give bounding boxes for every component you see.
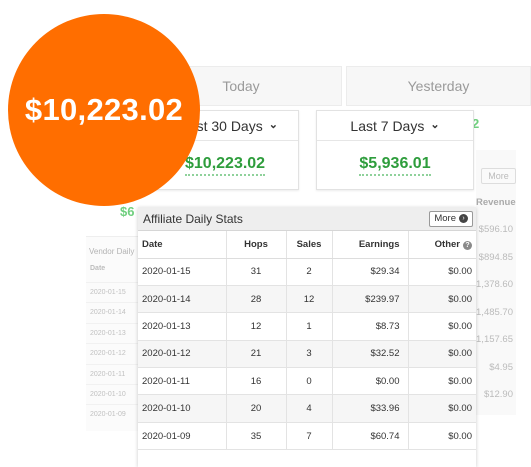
vendor-date-header: Date: [90, 265, 106, 272]
cell-hops: 16: [225, 367, 286, 396]
cell-earnings: $32.52: [331, 340, 408, 369]
vendor-date-cell: 2020-01-10: [86, 383, 140, 404]
revenue-header: Revenue: [476, 197, 516, 208]
cell-date: 2020-01-09: [138, 422, 226, 451]
cell-hops: 28: [225, 285, 286, 314]
column-header-other: Other?: [407, 231, 476, 259]
cell-earnings: $60.74: [331, 422, 408, 451]
cell-hops: 21: [225, 340, 286, 369]
cell-date: 2020-01-13: [138, 312, 226, 341]
column-header-sales: Sales: [285, 231, 332, 259]
right-more-button[interactable]: More: [481, 168, 516, 184]
cell-earnings: $33.96: [331, 394, 408, 423]
table-row: 2020-01-15 31 2 $29.34 $0.00: [138, 258, 476, 286]
cell-earnings: $0.00: [331, 367, 408, 396]
vendor-date-cell: 2020-01-15: [86, 282, 140, 302]
cell-earnings: $29.34: [331, 258, 408, 286]
cell-date: 2020-01-10: [138, 394, 226, 423]
cell-sales: 7: [285, 422, 332, 451]
revenue-cell: $894.85: [478, 251, 513, 263]
table-row: 2020-01-11 16 0 $0.00 $0.00: [138, 367, 476, 396]
badge-amount: $10,223.02: [24, 92, 184, 127]
cell-other: $0.00: [407, 394, 476, 423]
total-earnings-badge: $10,223.02: [8, 14, 200, 206]
column-header-date: Date: [138, 231, 226, 259]
cell-date: 2020-01-15: [138, 258, 226, 286]
cell-sales: 2: [285, 258, 332, 286]
table-row: 2020-01-13 12 1 $8.73 $0.00: [138, 312, 476, 341]
cell-date: 2020-01-11: [138, 367, 226, 396]
cell-other: $0.00: [407, 367, 476, 396]
cell-other: $0.00: [407, 422, 476, 451]
last-7-days-label: Last 7 Days: [350, 117, 425, 134]
last-7-days-value-wrap: $5,936.01: [317, 141, 473, 189]
table-row: 2020-01-12 21 3 $32.52 $0.00: [138, 340, 476, 369]
more-button[interactable]: More ›: [429, 210, 473, 227]
affiliate-stats-table: Date Hops Sales Earnings Other? 2020-01-…: [138, 231, 476, 451]
cell-sales: 1: [285, 312, 332, 341]
cell-hops: 31: [225, 258, 286, 286]
partial-green-value-left: $6: [120, 204, 135, 219]
affiliate-stats-title: Affiliate Daily Stats: [143, 211, 243, 226]
cell-sales: 4: [285, 394, 332, 423]
revenue-cell: 1,157.65: [476, 334, 513, 345]
vendor-date-cell: 2020-01-13: [86, 322, 140, 343]
cell-hops: 12: [225, 312, 286, 341]
revenue-cell: 1,378.60: [476, 279, 513, 290]
cell-hops: 20: [225, 394, 286, 423]
chevron-down-icon: ⌄: [268, 119, 278, 131]
cell-earnings: $8.73: [331, 312, 408, 341]
revenue-cell: 1,485.70: [476, 306, 513, 318]
cell-hops: 35: [225, 422, 286, 451]
cell-sales: 3: [285, 340, 332, 369]
revenue-cell: $4.95: [489, 361, 513, 373]
table-header-row: Date Hops Sales Earnings Other?: [138, 231, 476, 259]
chevron-down-icon: ⌄: [430, 119, 440, 131]
more-button-label: More: [434, 213, 456, 224]
question-circle-icon[interactable]: ?: [463, 240, 472, 250]
last-7-days-value[interactable]: $5,936.01: [359, 155, 431, 176]
vendor-date-cell: 2020-01-09: [86, 404, 140, 424]
cell-sales: 12: [285, 285, 332, 314]
cell-sales: 0: [285, 367, 332, 396]
tab-yesterday[interactable]: Yesterday: [346, 66, 531, 106]
cell-date: 2020-01-14: [138, 285, 226, 314]
vendor-daily-panel: Vendor Daily Date 2020-01-15 2020-01-14 …: [86, 236, 140, 431]
last-7-days-selector[interactable]: Last 7 Days ⌄: [317, 111, 473, 141]
last-30-days-value[interactable]: $10,223.02: [185, 155, 266, 176]
revenue-cell: $596.10: [478, 224, 513, 235]
vendor-date-cell: 2020-01-11: [86, 363, 140, 384]
column-header-earnings: Earnings: [331, 231, 408, 259]
cell-date: 2020-01-12: [138, 340, 226, 369]
cell-other: $0.00: [407, 285, 476, 314]
table-row: 2020-01-10 20 4 $33.96 $0.00: [138, 394, 476, 423]
table-row: 2020-01-09 35 7 $60.74 $0.00: [138, 422, 476, 451]
affiliate-stats-header: Affiliate Daily Stats More ›: [138, 207, 476, 231]
vendor-date-cell: 2020-01-12: [86, 343, 140, 363]
circle-arrow-right-icon: ›: [459, 214, 468, 223]
cell-other: $0.00: [407, 258, 476, 286]
revenue-column: Revenue $596.10 $894.85 1,378.60 1,485.7…: [476, 190, 516, 409]
vendor-date-cell: 2020-01-14: [86, 302, 140, 322]
affiliate-daily-stats-panel: Affiliate Daily Stats More › Date Hops S…: [138, 207, 476, 467]
table-row: 2020-01-14 28 12 $239.97 $0.00: [138, 285, 476, 314]
last-7-days-card: Last 7 Days ⌄ $5,936.01: [316, 110, 474, 190]
revenue-cell: $12.90: [483, 389, 513, 400]
other-header-label: Other: [434, 238, 460, 250]
column-header-hops: Hops: [225, 231, 286, 259]
cell-earnings: $239.97: [331, 285, 408, 314]
vendor-daily-title: Vendor Daily: [89, 247, 135, 256]
cell-other: $0.00: [407, 340, 476, 369]
cell-other: $0.00: [407, 312, 476, 341]
